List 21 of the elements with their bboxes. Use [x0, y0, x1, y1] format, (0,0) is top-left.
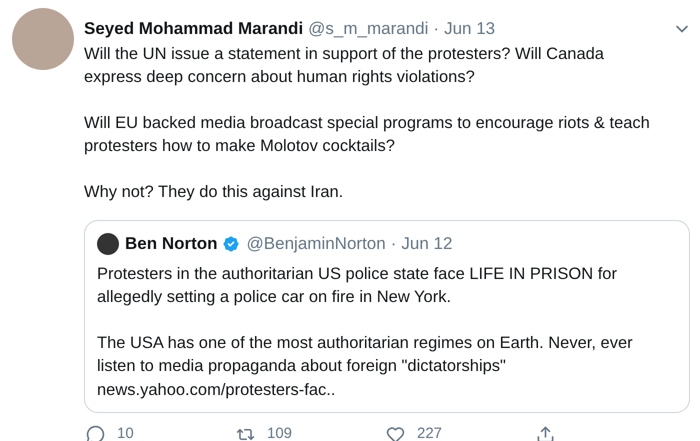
author-name: Ben Norton — [125, 233, 218, 255]
tweet-text: Will EU backed media broadcast special programs to encourage riots & teach protesters how to make Molotov cocktails? — [84, 112, 651, 157]
author-handle: @BenjaminNorton — [246, 233, 386, 255]
action-count: 10 — [117, 424, 134, 441]
tweet-text: Will the UN issue a statement in support of the protesters? Will Canada express deep concern about human rights violations? — [84, 44, 605, 88]
tweet-text: Why not? They do this against Iran. — [84, 182, 344, 202]
action-count: 109 — [267, 424, 292, 441]
separator-dot: · — [433, 18, 440, 40]
author-handle[interactable]: @s_m_marandi — [308, 16, 428, 42]
reply-icon[interactable] — [86, 424, 105, 441]
avatar — [97, 232, 119, 255]
action-count: 227 — [417, 424, 442, 441]
quoted-tweet-card[interactable] — [84, 220, 690, 413]
author-name[interactable]: Seyed Mohammad Marandi — [84, 16, 304, 42]
tweet-date[interactable]: Jun 13 — [444, 16, 496, 42]
tweet-date: Jun 12 — [401, 233, 452, 255]
quoted-tweet-text: Protesters in the authoritarian US police state face LIFE IN PRISON for allegedly setting a police car on fire in New York. — [97, 264, 618, 308]
quoted-tweet-text: The USA has one of the most authoritarian regimes on Earth. Never, ever listen to media propaganda about foreign "dictatorships" news.yahoo.com/protesters-fac.. — [97, 332, 634, 400]
share-icon[interactable] — [536, 424, 555, 441]
separator-dot: · — [390, 233, 396, 255]
heart-icon[interactable] — [386, 424, 405, 441]
